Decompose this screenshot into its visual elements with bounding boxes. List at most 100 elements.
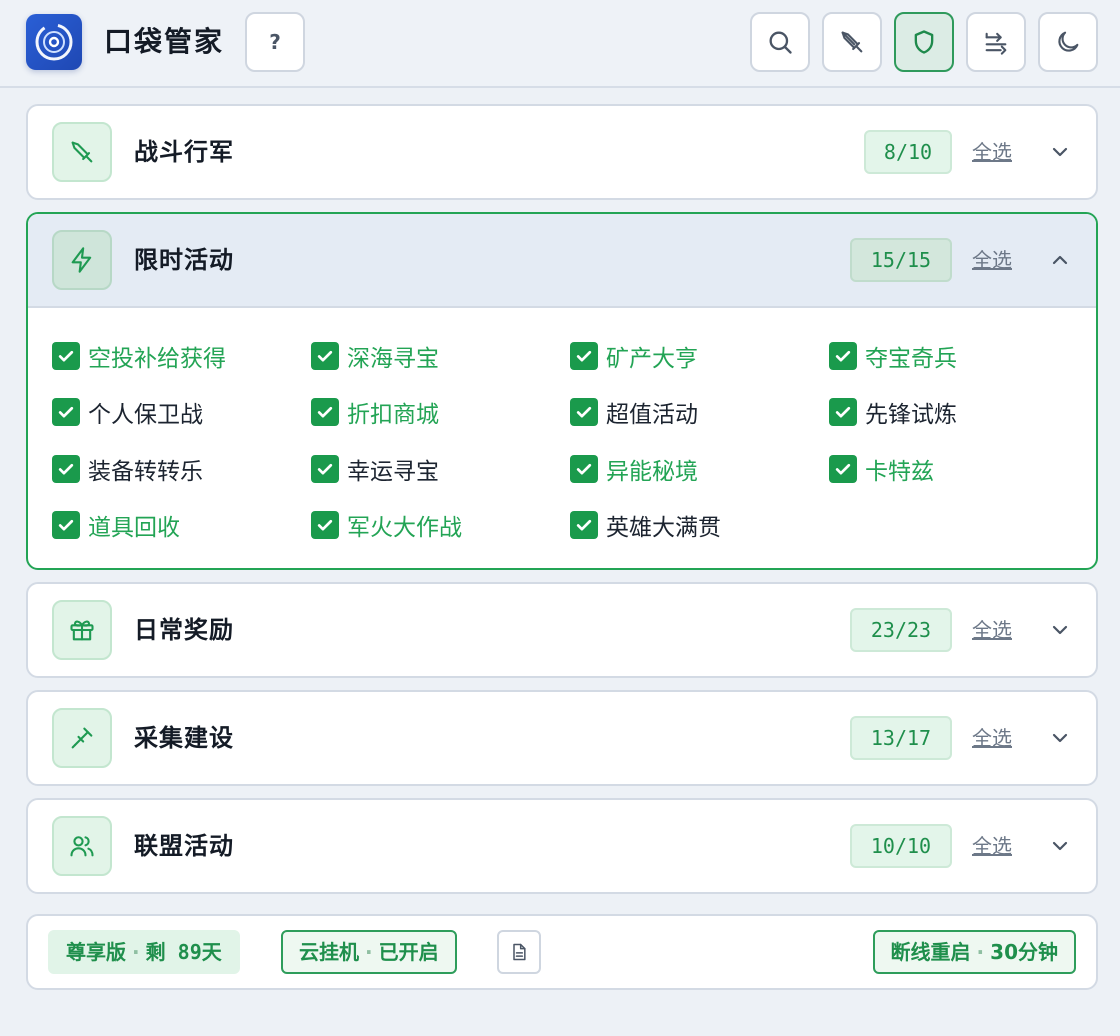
chevron-down-icon[interactable] — [1048, 834, 1072, 858]
count-badge: 23/23 — [850, 608, 952, 652]
chevron-down-icon[interactable] — [1048, 618, 1072, 642]
checkbox-item[interactable]: 先锋试炼 — [829, 392, 957, 432]
checkbox-checked-icon[interactable] — [311, 455, 339, 483]
select-all-link[interactable]: 全选 — [972, 240, 1012, 280]
checkbox-item[interactable]: 军火大作战 — [311, 505, 462, 545]
moon-icon — [1058, 31, 1079, 52]
shield-icon — [914, 30, 934, 54]
checkbox-label: 超值活动 — [606, 402, 698, 428]
app-logo-icon — [26, 14, 82, 70]
search-button[interactable] — [750, 12, 810, 72]
count-badge: 10/10 — [850, 824, 952, 868]
checkbox-checked-icon[interactable] — [829, 398, 857, 426]
panel-gather: 采集建设 13/17 全选 — [26, 690, 1098, 786]
theme-toggle-button[interactable] — [1038, 12, 1098, 72]
checkbox-item[interactable]: 装备转转乐 — [52, 449, 203, 489]
panel-title: 战斗行军 — [134, 138, 234, 166]
checkbox-checked-icon[interactable] — [570, 342, 598, 370]
checkbox-item[interactable]: 异能秘境 — [570, 449, 698, 489]
count-badge: 8/10 — [864, 130, 952, 174]
checkbox-checked-icon[interactable] — [52, 398, 80, 426]
tool-icon — [52, 708, 112, 768]
count-badge: 13/17 — [850, 716, 952, 760]
checkbox-item[interactable]: 幸运寻宝 — [311, 449, 439, 489]
log-button[interactable] — [497, 930, 541, 974]
vip-label: 尊享版 — [66, 940, 126, 964]
panel-timed-header[interactable]: 限时活动 15/15 全选 — [28, 214, 1096, 308]
help-button[interactable]: ? — [245, 12, 305, 72]
checkbox-checked-icon[interactable] — [829, 455, 857, 483]
shield-button[interactable] — [894, 12, 954, 72]
checkbox-item[interactable]: 道具回收 — [52, 505, 180, 545]
select-all-link[interactable]: 全选 — [972, 132, 1012, 172]
chevron-down-icon[interactable] — [1048, 140, 1072, 164]
checkbox-label: 个人保卫战 — [88, 402, 203, 428]
checkbox-label: 空投补给获得 — [88, 346, 226, 372]
checkbox-item[interactable]: 个人保卫战 — [52, 392, 203, 432]
cloud-hang-button[interactable]: 云挂机 · 已开启 — [281, 930, 457, 974]
checkbox-label: 深海寻宝 — [347, 346, 439, 372]
vip-badge: 尊享版 · 剩 89天 — [48, 930, 240, 974]
checkbox-item[interactable]: 英雄大满贯 — [570, 505, 721, 545]
checkbox-checked-icon[interactable] — [311, 398, 339, 426]
checkbox-checked-icon[interactable] — [570, 398, 598, 426]
checkbox-item[interactable]: 折扣商城 — [311, 392, 439, 432]
panel-gather-header[interactable]: 采集建设 13/17 全选 — [28, 692, 1096, 784]
gift-icon — [52, 600, 112, 660]
chevron-down-icon[interactable] — [1048, 726, 1072, 750]
panel-title: 采集建设 — [134, 724, 234, 752]
checkbox-label: 先锋试炼 — [865, 402, 957, 428]
checkbox-checked-icon[interactable] — [311, 511, 339, 539]
panel-battle-header[interactable]: 战斗行军 8/10 全选 — [28, 106, 1096, 198]
checkbox-label: 折扣商城 — [347, 402, 439, 428]
panel-title: 日常奖励 — [134, 616, 234, 644]
reconnect-button[interactable]: 断线重启 · 30分钟 — [872, 930, 1076, 974]
checkbox-label: 卡特兹 — [865, 459, 934, 485]
status-footer: 尊享版 · 剩 89天 云挂机 · 已开启 断线重启 · 30分钟 — [26, 914, 1098, 990]
checkbox-label: 道具回收 — [88, 515, 180, 541]
checkbox-checked-icon[interactable] — [52, 342, 80, 370]
checkbox-label: 幸运寻宝 — [347, 459, 439, 485]
checkbox-label: 英雄大满贯 — [606, 515, 721, 541]
select-all-link[interactable]: 全选 — [972, 826, 1012, 866]
panel-alliance: 联盟活动 10/10 全选 — [26, 798, 1098, 894]
checkbox-item[interactable]: 夺宝奇兵 — [829, 336, 957, 376]
separator: · — [365, 940, 373, 964]
cloud-status: 已开启 — [378, 940, 439, 964]
checkbox-checked-icon[interactable] — [570, 511, 598, 539]
sword-icon — [841, 31, 863, 53]
panel-title: 限时活动 — [134, 246, 234, 274]
checkbox-label: 装备转转乐 — [88, 459, 203, 485]
checkbox-item[interactable]: 超值活动 — [570, 392, 698, 432]
document-icon — [513, 943, 526, 961]
checkbox-checked-icon[interactable] — [52, 511, 80, 539]
select-all-link[interactable]: 全选 — [972, 610, 1012, 650]
transfer-button[interactable] — [966, 12, 1026, 72]
bolt-icon — [52, 230, 112, 290]
checkbox-item[interactable]: 矿产大亨 — [570, 336, 698, 376]
checkbox-checked-icon[interactable] — [52, 455, 80, 483]
cloud-label: 云挂机 — [299, 940, 359, 964]
reconnect-interval: 30分钟 — [990, 940, 1058, 964]
checkbox-item[interactable]: 空投补给获得 — [52, 336, 226, 376]
panel-daily-header[interactable]: 日常奖励 23/23 全选 — [28, 584, 1096, 676]
app-title: 口袋管家 — [104, 25, 225, 58]
select-all-link[interactable]: 全选 — [972, 718, 1012, 758]
panel-title: 联盟活动 — [134, 832, 234, 860]
app-header: 口袋管家 ? — [0, 0, 1120, 88]
battle-filter-button[interactable] — [822, 12, 882, 72]
checkbox-item[interactable]: 卡特兹 — [829, 449, 934, 489]
checkbox-checked-icon[interactable] — [311, 342, 339, 370]
panel-daily: 日常奖励 23/23 全选 — [26, 582, 1098, 678]
checkbox-checked-icon[interactable] — [570, 455, 598, 483]
checkbox-label: 异能秘境 — [606, 459, 698, 485]
checkbox-item[interactable]: 深海寻宝 — [311, 336, 439, 376]
chevron-up-icon[interactable] — [1048, 248, 1072, 272]
count-badge: 15/15 — [850, 238, 952, 282]
checkbox-checked-icon[interactable] — [829, 342, 857, 370]
checkbox-label: 夺宝奇兵 — [865, 346, 957, 372]
panel-alliance-header[interactable]: 联盟活动 10/10 全选 — [28, 800, 1096, 892]
sword-icon — [52, 122, 112, 182]
separator: · — [976, 940, 985, 964]
separator: · — [132, 940, 140, 964]
